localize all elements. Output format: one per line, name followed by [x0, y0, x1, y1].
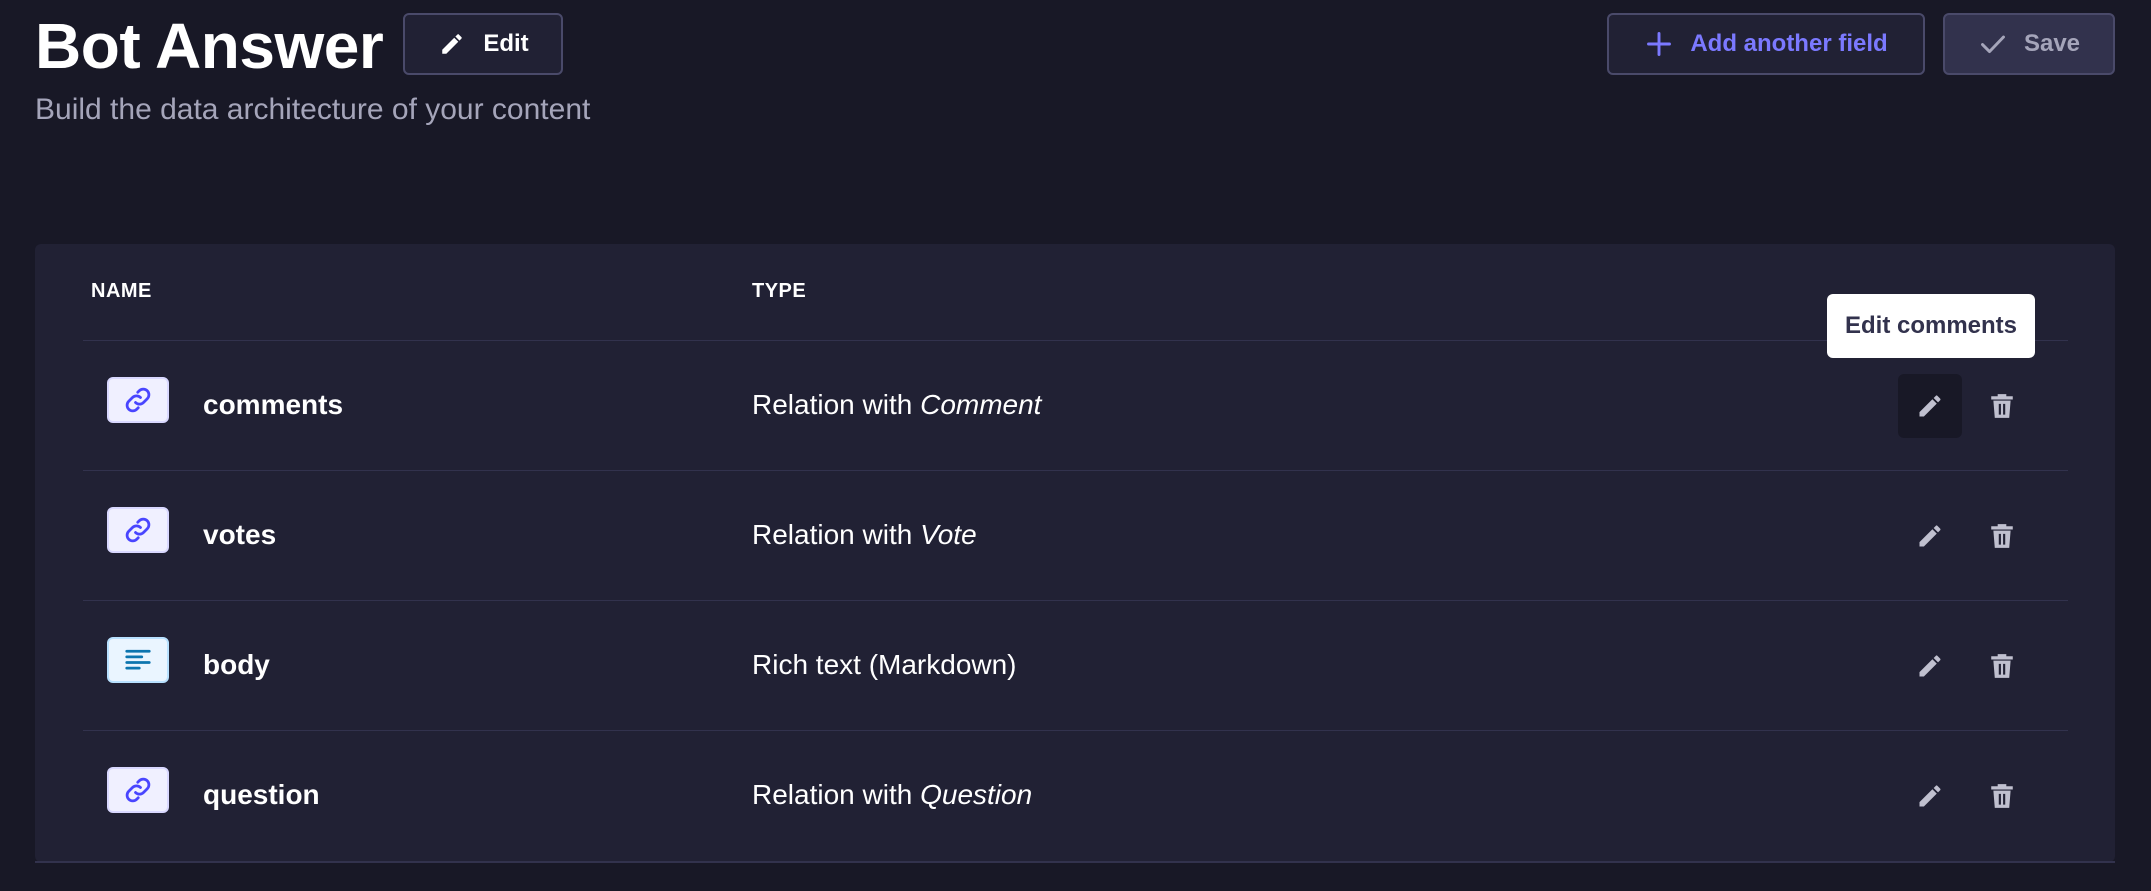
delete-field-button[interactable]: [1970, 634, 2034, 698]
table-row: body Rich text (Markdown): [83, 600, 2068, 731]
edit-field-button[interactable]: [1898, 764, 1962, 828]
trash-icon: [1991, 654, 2013, 678]
field-type: Rich text (Markdown): [752, 649, 1017, 680]
field-name: question: [203, 779, 320, 810]
pencil-icon: [1919, 655, 1941, 677]
trash-icon: [1991, 524, 2013, 548]
delete-field-button[interactable]: [1970, 504, 2034, 568]
add-field-label: Add another field: [1690, 30, 1888, 57]
table-row: votes Relation with Vote: [83, 470, 2068, 601]
relation-icon: [107, 377, 169, 423]
relation-icon: [107, 507, 169, 553]
edit-field-button[interactable]: [1898, 374, 1962, 438]
pencil-icon: [1919, 525, 1941, 547]
relation-icon: [107, 767, 169, 813]
edit-tooltip: Edit comments: [1827, 294, 2035, 358]
delete-field-button[interactable]: [1970, 374, 2034, 438]
edit-field-button[interactable]: [1898, 504, 1962, 568]
table-bottom-divider: [35, 861, 2115, 863]
check-icon: [1978, 29, 2008, 59]
rich-text-icon: [107, 637, 169, 683]
relation-target: Question: [920, 779, 1033, 810]
edit-content-type-button[interactable]: Edit: [403, 13, 563, 75]
field-name: comments: [203, 389, 344, 420]
edit-button-label: Edit: [483, 30, 529, 57]
table-row: question Relation with Question: [83, 730, 2068, 861]
field-type: Relation with Vote: [752, 519, 977, 550]
plus-icon: [1644, 29, 1674, 59]
pencil-icon: [1919, 785, 1941, 807]
content-type-builder-page: Bot Answer Build the data architecture o…: [0, 0, 2151, 891]
trash-icon: [1991, 394, 2013, 418]
pencil-icon: [1919, 395, 1941, 417]
field-type: Relation with Comment: [752, 389, 1042, 420]
column-header-type: TYPE: [752, 280, 807, 302]
add-another-field-button[interactable]: Add another field: [1607, 13, 1925, 75]
relation-target: Vote: [920, 519, 977, 550]
pencil-icon: [437, 29, 467, 59]
relation-target: Comment: [920, 389, 1042, 420]
save-button[interactable]: Save: [1943, 13, 2115, 75]
field-name: votes: [203, 519, 277, 550]
table-row: comments Relation with Comment: [83, 340, 2068, 471]
save-label: Save: [2023, 30, 2081, 57]
delete-field-button[interactable]: [1970, 764, 2034, 828]
field-name: body: [203, 649, 270, 680]
edit-field-button[interactable]: [1898, 634, 1962, 698]
column-header-name: NAME: [91, 280, 152, 302]
trash-icon: [1991, 784, 2013, 808]
page-subtitle: Build the data architecture of your cont…: [35, 93, 591, 126]
page-title: Bot Answer: [35, 10, 384, 82]
field-type: Relation with Question: [752, 779, 1033, 810]
